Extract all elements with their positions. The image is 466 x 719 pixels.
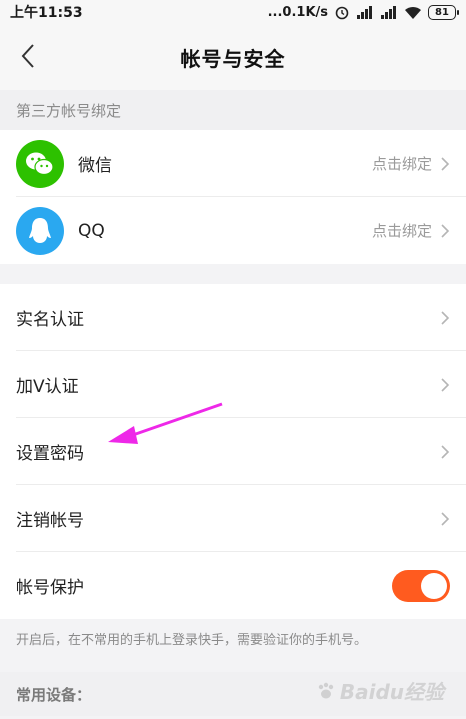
wifi-icon <box>405 6 421 19</box>
signal-hd-icon <box>357 5 372 19</box>
qq-icon <box>16 206 64 255</box>
back-button[interactable] <box>10 38 46 74</box>
top-navigation-bar: 帐号与安全 <box>0 24 466 90</box>
v-verification-row[interactable]: 加V认证 <box>0 351 466 418</box>
signal-icon <box>381 5 396 19</box>
paw-icon <box>318 682 334 698</box>
section-label-third-party: 第三方帐号绑定 <box>0 90 466 130</box>
set-password-row[interactable]: 设置密码 <box>0 418 466 485</box>
page-title: 帐号与安全 <box>180 46 286 71</box>
chevron-right-icon <box>441 223 450 238</box>
watermark: Baidu经验 <box>316 676 444 705</box>
annotation-arrow-icon <box>108 402 223 444</box>
deactivate-account-label: 注销帐号 <box>16 511 84 531</box>
chevron-right-icon <box>441 310 450 325</box>
wechat-bind-hint: 点击绑定 <box>371 155 432 173</box>
status-bar: 上午11:53 ...0.1K/s 81 <box>0 0 466 24</box>
wechat-icon <box>16 139 64 188</box>
chevron-left-icon <box>21 44 34 68</box>
qq-bind-hint: 点击绑定 <box>371 222 432 240</box>
account-protection-row: 帐号保护 <box>0 552 466 619</box>
third-party-list: 微信 点击绑定 QQ 点击绑定 <box>0 130 466 264</box>
toggle-knob <box>421 572 447 599</box>
bind-qq-row[interactable]: QQ 点击绑定 <box>0 197 466 264</box>
real-name-auth-label: 实名认证 <box>16 310 84 330</box>
wechat-label: 微信 <box>78 156 112 176</box>
real-name-auth-row[interactable]: 实名认证 <box>0 284 466 351</box>
chevron-right-icon <box>441 377 450 392</box>
alarm-icon <box>335 6 349 20</box>
chevron-right-icon <box>441 511 450 526</box>
account-settings-list: 实名认证 加V认证 设置密码 注销帐号 帐号保护 <box>0 284 466 619</box>
account-protection-toggle[interactable] <box>392 569 450 602</box>
deactivate-account-row[interactable]: 注销帐号 <box>0 485 466 552</box>
account-protection-label: 帐号保护 <box>16 578 84 598</box>
chevron-right-icon <box>441 156 450 171</box>
watermark-text: Baidu经验 <box>339 680 444 704</box>
v-verification-label: 加V认证 <box>16 377 79 397</box>
status-time: 上午11:53 <box>10 5 83 21</box>
bind-wechat-row[interactable]: 微信 点击绑定 <box>0 130 466 197</box>
battery-indicator: 81 <box>428 4 459 20</box>
screen: 上午11:53 ...0.1K/s 81 帐号与安全 第三方帐号绑定 微信 点击… <box>0 0 466 719</box>
protection-note: 开启后，在不常用的手机上登录快手，需要验证你的手机号。 <box>16 632 368 648</box>
chevron-right-icon <box>441 444 450 459</box>
status-indicators: ...0.1K/s 81 <box>267 4 459 20</box>
qq-label: QQ <box>78 220 105 241</box>
network-speed: ...0.1K/s <box>267 4 328 20</box>
